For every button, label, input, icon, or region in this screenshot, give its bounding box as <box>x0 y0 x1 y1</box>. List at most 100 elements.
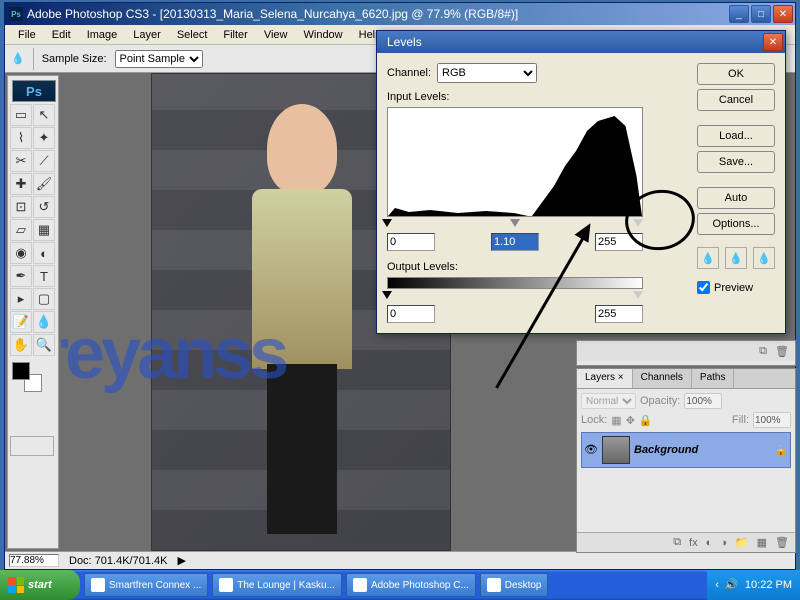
taskbar-item[interactable]: Adobe Photoshop C... <box>346 573 476 597</box>
tray-icon[interactable]: 🔊 <box>725 578 739 592</box>
lock-all-icon[interactable]: 🔒 <box>639 414 653 427</box>
windows-taskbar: start Smartfren Connex ...The Lounge | K… <box>0 570 800 600</box>
output-black-field[interactable] <box>387 305 435 323</box>
tray-chevron-icon[interactable]: ‹ <box>715 579 719 591</box>
taskbar-item[interactable]: Smartfren Connex ... <box>84 573 208 597</box>
histogram <box>387 107 643 217</box>
input-white-field[interactable] <box>595 233 643 251</box>
menu-edit[interactable]: Edit <box>45 27 78 43</box>
menu-filter[interactable]: Filter <box>216 27 254 43</box>
taskbar-item[interactable]: Desktop <box>480 573 549 597</box>
link-layers-icon[interactable]: ⧉ <box>673 536 681 549</box>
foreground-color[interactable] <box>12 362 30 380</box>
gamma-slider[interactable] <box>510 219 520 227</box>
output-white-slider[interactable] <box>633 291 643 299</box>
small-panel: ⧉🗑 <box>576 340 796 366</box>
maximize-button[interactable]: □ <box>751 5 771 23</box>
shape-tool[interactable]: ▢ <box>33 288 55 310</box>
fill-input[interactable] <box>753 412 791 428</box>
white-point-slider[interactable] <box>633 219 643 227</box>
system-tray[interactable]: ‹ 🔊 10:22 PM <box>707 570 800 600</box>
mask-icon[interactable]: ◐ <box>706 537 713 549</box>
lock-position-icon[interactable]: ✥ <box>626 414 635 427</box>
zoom-input[interactable] <box>9 554 59 567</box>
gradient-tool[interactable]: ▦ <box>33 219 55 241</box>
dodge-tool[interactable]: ◐ <box>33 242 55 264</box>
delete-layer-icon[interactable]: 🗑 <box>775 536 789 549</box>
channel-label: Channel: <box>387 67 431 79</box>
dialog-close-button[interactable]: ✕ <box>763 33 783 51</box>
crop-tool[interactable]: ✂ <box>10 150 32 172</box>
start-button[interactable]: start <box>0 570 80 600</box>
white-eyedropper[interactable]: 💧 <box>753 247 775 269</box>
eyedropper-tool[interactable]: 💧 <box>33 311 55 333</box>
close-button[interactable]: ✕ <box>773 5 793 23</box>
clock: 10:22 PM <box>745 579 792 591</box>
black-eyedropper[interactable]: 💧 <box>697 247 719 269</box>
opacity-input[interactable] <box>684 393 722 409</box>
sample-size-select[interactable]: Point Sample <box>115 50 203 68</box>
menu-image[interactable]: Image <box>80 27 125 43</box>
blend-mode-select[interactable]: Normal <box>581 393 636 409</box>
sample-size-label: Sample Size: <box>42 53 107 65</box>
layer-row[interactable]: 👁 Background 🔒 <box>581 432 791 468</box>
windows-logo-icon <box>8 577 24 593</box>
color-swatches[interactable] <box>10 360 56 396</box>
layer-name: Background <box>634 444 770 456</box>
load-button[interactable]: Load... <box>697 125 775 147</box>
quick-mask-toggle[interactable] <box>10 436 54 456</box>
healing-tool[interactable]: ✚ <box>10 173 32 195</box>
lock-pixels-icon[interactable]: ▦ <box>611 414 621 427</box>
output-slider[interactable] <box>387 291 643 301</box>
preview-checkbox[interactable]: Preview <box>697 281 775 294</box>
menu-window[interactable]: Window <box>297 27 350 43</box>
group-icon[interactable]: 📁 <box>735 536 749 549</box>
new-layer-icon[interactable]: ▦ <box>757 536 767 549</box>
output-white-field[interactable] <box>595 305 643 323</box>
cancel-button[interactable]: Cancel <box>697 89 775 111</box>
marquee-tool[interactable]: ▭ <box>10 104 32 126</box>
menu-view[interactable]: View <box>257 27 295 43</box>
output-black-slider[interactable] <box>382 291 392 299</box>
slice-tool[interactable]: ⟋ <box>33 150 55 172</box>
notes-tool[interactable]: 📝 <box>10 311 32 333</box>
blur-tool[interactable]: ◉ <box>10 242 32 264</box>
tab-channels[interactable]: Channels <box>633 369 692 388</box>
layers-panel: Layers ×ChannelsPaths Normal Opacity: Lo… <box>576 368 796 553</box>
tab-paths[interactable]: Paths <box>692 369 735 388</box>
menu-file[interactable]: File <box>11 27 43 43</box>
eraser-tool[interactable]: ▱ <box>10 219 32 241</box>
taskbar-item[interactable]: The Lounge | Kasku... <box>212 573 342 597</box>
move-tool[interactable]: ↖ <box>33 104 55 126</box>
zoom-tool[interactable]: 🔍 <box>33 334 55 356</box>
link-icon[interactable]: ⧉ <box>759 345 767 358</box>
ps-logo: Ps <box>12 80 56 102</box>
input-slider[interactable] <box>387 219 643 229</box>
ok-button[interactable]: OK <box>697 63 775 85</box>
trash-icon[interactable]: 🗑 <box>775 345 789 358</box>
adjustment-icon[interactable]: ◑ <box>720 537 727 549</box>
auto-button[interactable]: Auto <box>697 187 775 209</box>
hand-tool[interactable]: ✋ <box>10 334 32 356</box>
path-select-tool[interactable]: ▸ <box>10 288 32 310</box>
minimize-button[interactable]: _ <box>729 5 749 23</box>
black-point-slider[interactable] <box>382 219 392 227</box>
gray-eyedropper[interactable]: 💧 <box>725 247 747 269</box>
type-tool[interactable]: T <box>33 265 55 287</box>
brush-tool[interactable]: 🖌 <box>33 173 55 195</box>
visibility-icon[interactable]: 👁 <box>584 443 598 457</box>
pen-tool[interactable]: ✒ <box>10 265 32 287</box>
input-gamma-field[interactable] <box>491 233 539 251</box>
fx-icon[interactable]: fx <box>689 537 698 549</box>
input-black-field[interactable] <box>387 233 435 251</box>
lasso-tool[interactable]: ⌇ <box>10 127 32 149</box>
menu-layer[interactable]: Layer <box>126 27 168 43</box>
options-button[interactable]: Options... <box>697 213 775 235</box>
tab-layers[interactable]: Layers × <box>577 369 633 388</box>
stamp-tool[interactable]: ⊡ <box>10 196 32 218</box>
history-brush-tool[interactable]: ↺ <box>33 196 55 218</box>
quick-select-tool[interactable]: ✦ <box>33 127 55 149</box>
menu-select[interactable]: Select <box>170 27 215 43</box>
save-button[interactable]: Save... <box>697 151 775 173</box>
channel-select[interactable]: RGB <box>437 63 537 83</box>
